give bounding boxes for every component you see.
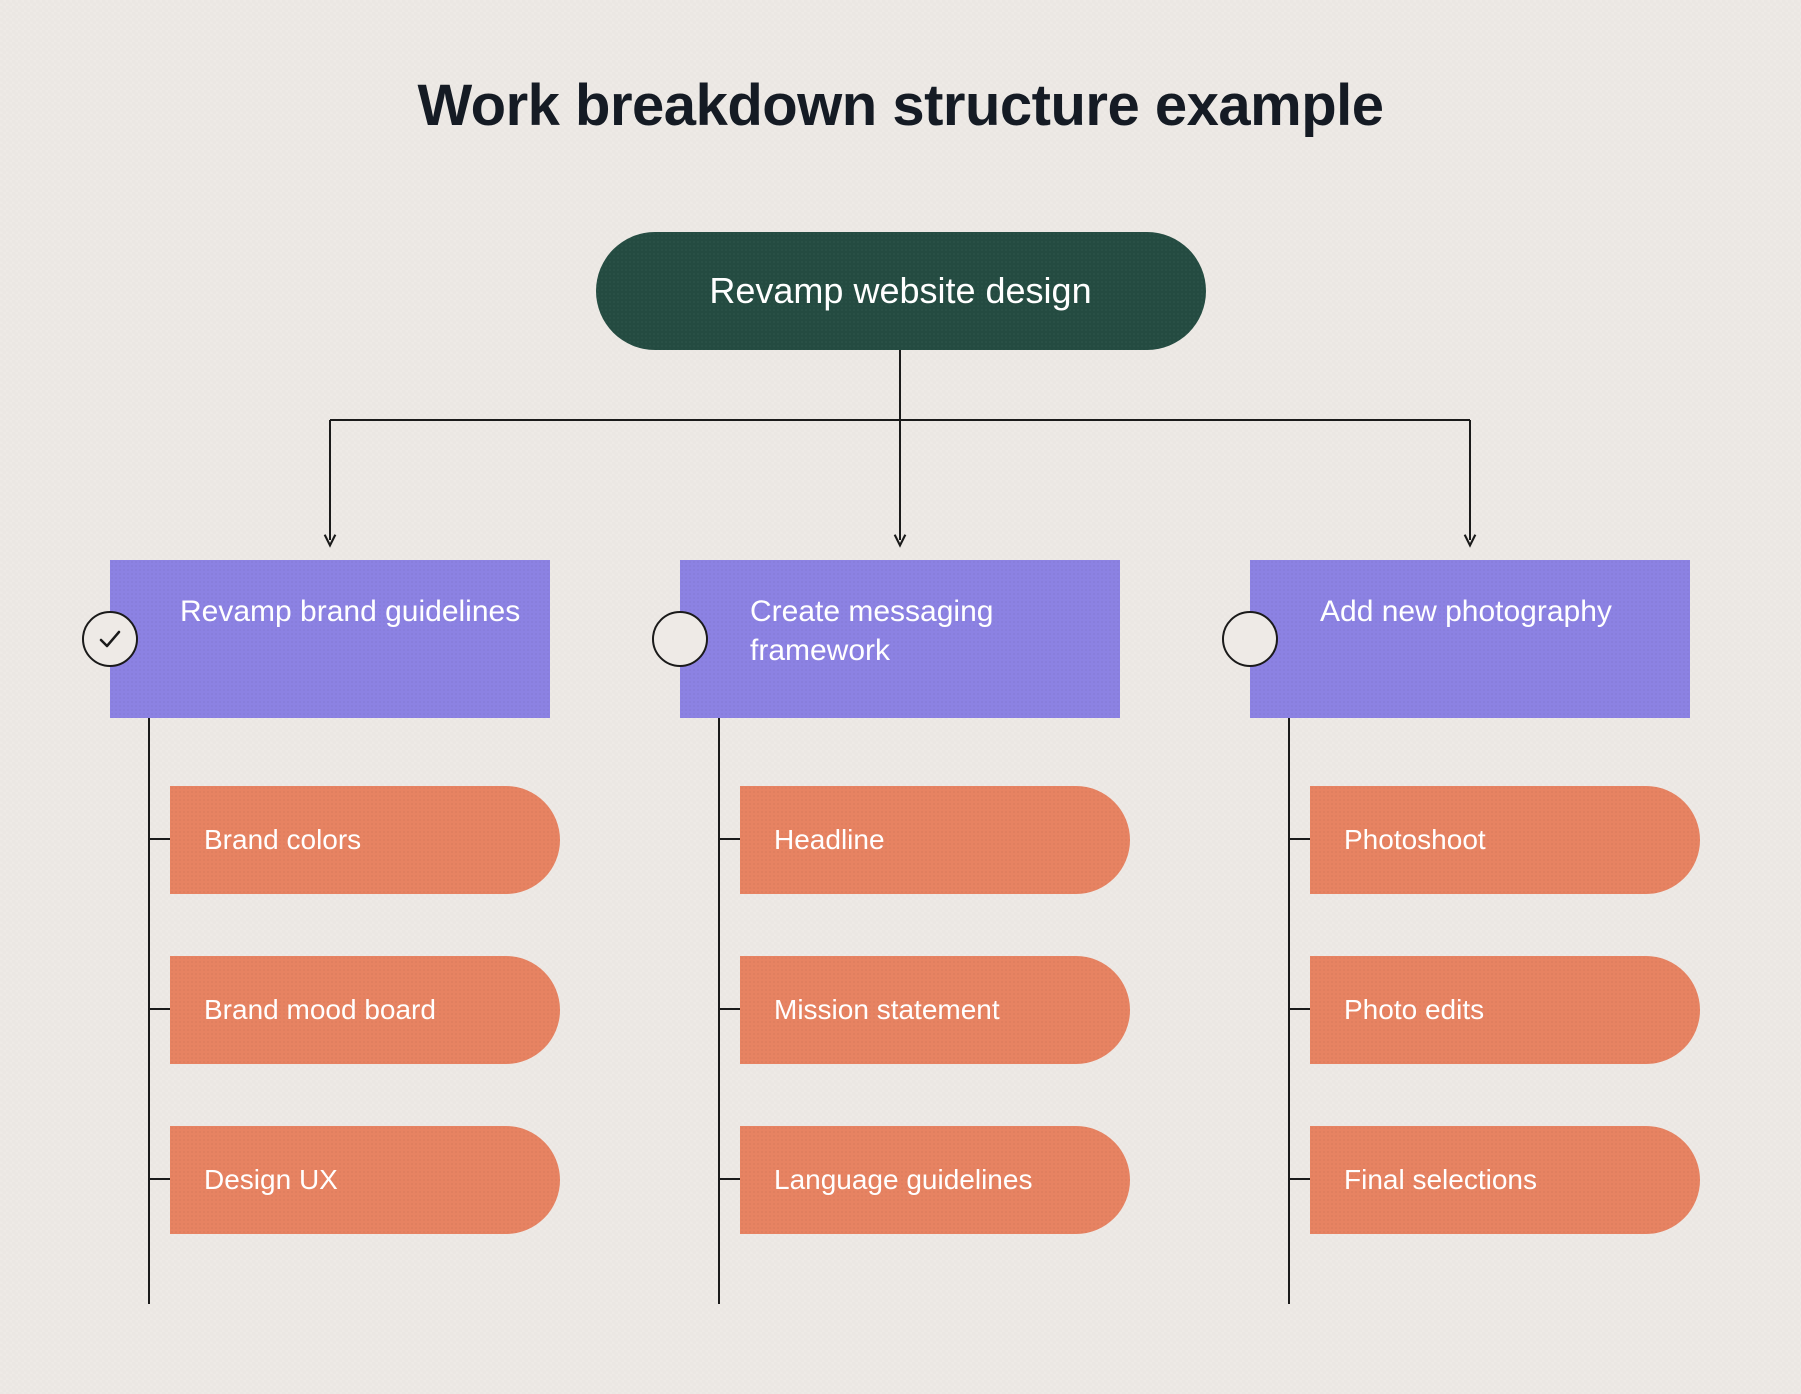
root-label: Revamp website design	[709, 270, 1091, 312]
leaf-label: Brand colors	[204, 824, 361, 856]
leaf-node: Brand mood board	[170, 956, 560, 1064]
leaf-tick	[148, 1178, 170, 1180]
leaf-label: Photoshoot	[1344, 824, 1486, 856]
branch-node: Revamp brand guidelines	[110, 560, 550, 718]
leaf-node: Mission statement	[740, 956, 1130, 1064]
leaf-node: Headline	[740, 786, 1130, 894]
leaf-node: Design UX	[170, 1126, 560, 1234]
branch-stem	[148, 718, 150, 1304]
leaf-label: Headline	[774, 824, 885, 856]
branch-label: Create messaging framework	[750, 595, 993, 667]
leaf-tick	[1288, 838, 1310, 840]
leaf-tick	[148, 838, 170, 840]
diagram-canvas: Work breakdown structure example Revamp …	[0, 0, 1801, 1394]
leaf-label: Mission statement	[774, 994, 1000, 1026]
leaf-node: Photo edits	[1310, 956, 1700, 1064]
leaf-node: Final selections	[1310, 1126, 1700, 1234]
leaf-node: Language guidelines	[740, 1126, 1130, 1234]
leaf-label: Design UX	[204, 1164, 338, 1196]
leaf-tick	[1288, 1008, 1310, 1010]
branch-label: Add new photography	[1320, 595, 1612, 628]
leaf-label: Language guidelines	[774, 1164, 1032, 1196]
leaf-tick	[148, 1008, 170, 1010]
branch-label: Revamp brand guidelines	[180, 595, 520, 628]
check-icon	[95, 624, 125, 654]
leaf-tick	[718, 1008, 740, 1010]
checkbox-icon	[652, 611, 708, 667]
branch-node: Add new photography	[1250, 560, 1690, 718]
leaf-label: Final selections	[1344, 1164, 1537, 1196]
branch-stem	[1288, 718, 1290, 1304]
checkbox-icon	[82, 611, 138, 667]
leaf-tick	[1288, 1178, 1310, 1180]
leaf-tick	[718, 1178, 740, 1180]
leaf-tick	[718, 838, 740, 840]
leaf-label: Photo edits	[1344, 994, 1484, 1026]
diagram-title: Work breakdown structure example	[0, 72, 1801, 139]
branch-node: Create messaging framework	[680, 560, 1120, 718]
root-node: Revamp website design	[596, 232, 1206, 350]
leaf-node: Photoshoot	[1310, 786, 1700, 894]
checkbox-icon	[1222, 611, 1278, 667]
leaf-node: Brand colors	[170, 786, 560, 894]
leaf-label: Brand mood board	[204, 994, 436, 1026]
branch-stem	[718, 718, 720, 1304]
